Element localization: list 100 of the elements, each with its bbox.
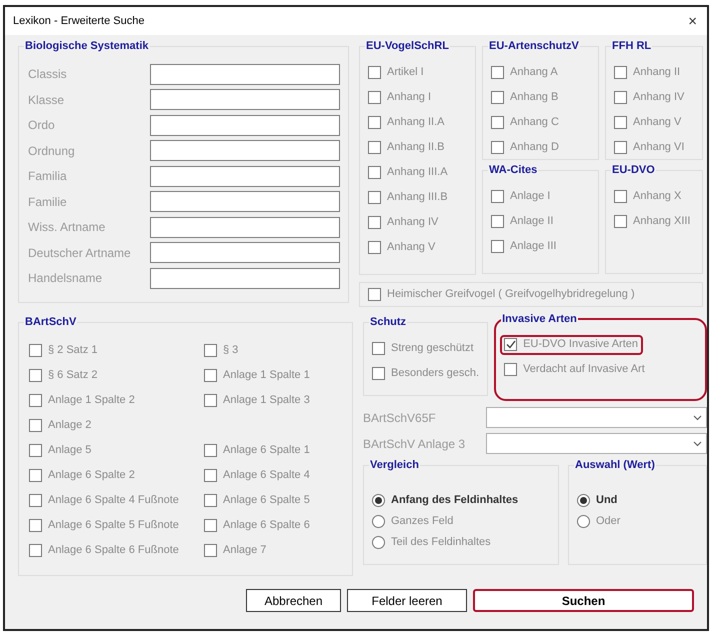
dialog-button[interactable]: Felder leeren	[347, 589, 467, 612]
checkbox[interactable]: Anlage 6 Spalte 4	[204, 466, 310, 486]
checkbox[interactable]: Anlage I	[491, 186, 550, 206]
text-field[interactable]	[150, 140, 340, 161]
checkbox[interactable]: Anhang A	[491, 62, 558, 82]
checkbox[interactable]: Anlage 6 Spalte 6	[204, 516, 310, 536]
checkbox[interactable]: § 2 Satz 1	[29, 340, 98, 360]
checkbox[interactable]: Streng geschützt	[372, 338, 474, 358]
checkbox[interactable]: Besonders gesch.	[372, 364, 480, 384]
checkbox[interactable]: EU-DVO Invasive Arten	[500, 334, 643, 354]
checkbox[interactable]: Anhang II.B	[368, 138, 444, 158]
text-field[interactable]	[150, 114, 340, 136]
checkbox[interactable]: Anlage 1 Spalte 2	[29, 390, 135, 410]
checkbox[interactable]: Anhang IV	[368, 212, 438, 232]
checkbox-square	[614, 190, 627, 203]
checkbox[interactable]: Anlage III	[491, 236, 556, 256]
checkbox[interactable]: Anhang I	[368, 88, 432, 108]
checkbox-square	[368, 116, 381, 129]
checkbox-square	[372, 342, 385, 355]
text-field[interactable]	[150, 191, 340, 212]
dropdown[interactable]	[486, 407, 707, 428]
checkbox[interactable]: Anhang IV	[614, 88, 684, 108]
field-label: Wiss. Artname	[28, 219, 106, 236]
checkbox[interactable]: Anhang III.A	[368, 162, 448, 182]
checkbox-square	[368, 141, 381, 154]
radio-option[interactable]: Teil des Feldinhaltes	[372, 532, 491, 552]
checkbox[interactable]: Anlage 1 Spalte 3	[204, 390, 310, 410]
group-title: Biologische Systematik	[24, 39, 150, 54]
checkbox[interactable]: § 3	[204, 340, 238, 360]
field-label: Ordo	[28, 117, 56, 134]
checkbox-square	[29, 394, 42, 407]
checkbox[interactable]: Artikel I	[368, 62, 424, 82]
text-field[interactable]	[150, 166, 340, 186]
field-label: Handelsname	[28, 270, 104, 287]
checkbox[interactable]: Anhang V	[368, 238, 436, 258]
dropdown[interactable]	[486, 433, 707, 454]
checkbox[interactable]: Anlage II	[491, 212, 554, 232]
checkbox[interactable]: Anhang II	[614, 62, 680, 82]
checkbox-square	[372, 367, 385, 380]
dropdown-label: BArtSchV65F	[363, 410, 437, 426]
checkbox[interactable]: Anlage 2	[29, 416, 92, 436]
dialog-button[interactable]: Abbrechen	[246, 589, 341, 612]
checkbox[interactable]: § 6 Satz 2	[29, 366, 98, 386]
radio-circle	[577, 494, 590, 506]
checkbox[interactable]: Anhang C	[491, 112, 559, 132]
checkbox[interactable]: Verdacht auf Invasive Art	[504, 360, 645, 380]
checkbox-square	[29, 369, 42, 382]
checkbox[interactable]: Anlage 6 Spalte 6 Fußnote	[29, 540, 179, 560]
text-field[interactable]	[150, 64, 340, 84]
checkbox-square	[204, 519, 217, 532]
radio-option[interactable]: Und	[577, 490, 618, 510]
checkbox[interactable]: Anlage 1 Spalte 1	[204, 366, 310, 386]
checkbox-square	[204, 369, 217, 382]
checkbox[interactable]: Anhang X	[614, 186, 682, 206]
checkbox-square	[29, 519, 42, 532]
checkbox-square	[368, 166, 381, 179]
checkbox[interactable]: Anlage 6 Spalte 1	[204, 440, 310, 460]
checkbox[interactable]: Anlage 5	[29, 440, 92, 460]
checkbox[interactable]: Anlage 7	[204, 540, 266, 560]
text-field[interactable]	[150, 216, 340, 238]
group-title: BArtSchV	[24, 315, 78, 330]
checkbox[interactable]: Anhang III.B	[368, 188, 448, 208]
checkbox-square	[368, 66, 381, 79]
checkbox[interactable]: Anlage 6 Spalte 4 Fußnote	[29, 490, 179, 510]
close-button[interactable]: ×	[686, 14, 699, 28]
checkbox-square	[614, 116, 627, 129]
checkbox[interactable]: Anhang XIII	[614, 212, 690, 232]
group-title: EU-ArtenschutzV	[488, 39, 580, 54]
checkbox[interactable]: Anlage 6 Spalte 2	[29, 466, 135, 486]
text-field[interactable]	[150, 89, 340, 110]
checkbox-square	[491, 215, 504, 228]
window-title: Lexikon - Erweiterte Suche	[13, 14, 144, 29]
checkbox-square	[614, 91, 627, 104]
checkbox[interactable]: Anlage 6 Spalte 5 Fußnote	[29, 516, 179, 536]
field-label: Deutscher Artname	[28, 244, 132, 262]
radio-option[interactable]: Ganzes Feld	[372, 510, 454, 532]
checkbox-square	[491, 141, 504, 154]
checkbox[interactable]: Heimischer Greifvogel ( Greifvogelhybridregelung )	[368, 284, 635, 304]
checkbox-square	[491, 190, 504, 203]
group-title: Vergleich	[369, 458, 420, 473]
group-title: EU-DVO	[611, 163, 656, 178]
checkbox-square	[504, 363, 518, 376]
dialog-button[interactable]: Suchen	[473, 589, 694, 612]
checkbox[interactable]: Anhang V	[614, 112, 682, 132]
checkbox[interactable]: Anlage 6 Spalte 5	[204, 490, 310, 510]
text-field[interactable]	[150, 268, 340, 288]
radio-option[interactable]: Oder	[577, 510, 620, 532]
checkbox-square	[368, 288, 381, 301]
checkbox-square	[204, 394, 217, 407]
checkbox[interactable]: Anhang VI	[614, 138, 684, 158]
radio-option[interactable]: Anfang des Feldinhaltes	[372, 490, 518, 510]
checkbox-square	[29, 494, 42, 507]
checkbox-square	[614, 66, 627, 79]
checkbox-square	[614, 141, 627, 154]
checkbox[interactable]: Anhang II.A	[368, 112, 444, 132]
text-field[interactable]	[150, 242, 340, 263]
checkbox[interactable]: Anhang B	[491, 88, 558, 108]
checkbox-square	[204, 344, 217, 357]
checkbox[interactable]: Anhang D	[491, 138, 559, 158]
checkbox-square	[204, 444, 217, 457]
